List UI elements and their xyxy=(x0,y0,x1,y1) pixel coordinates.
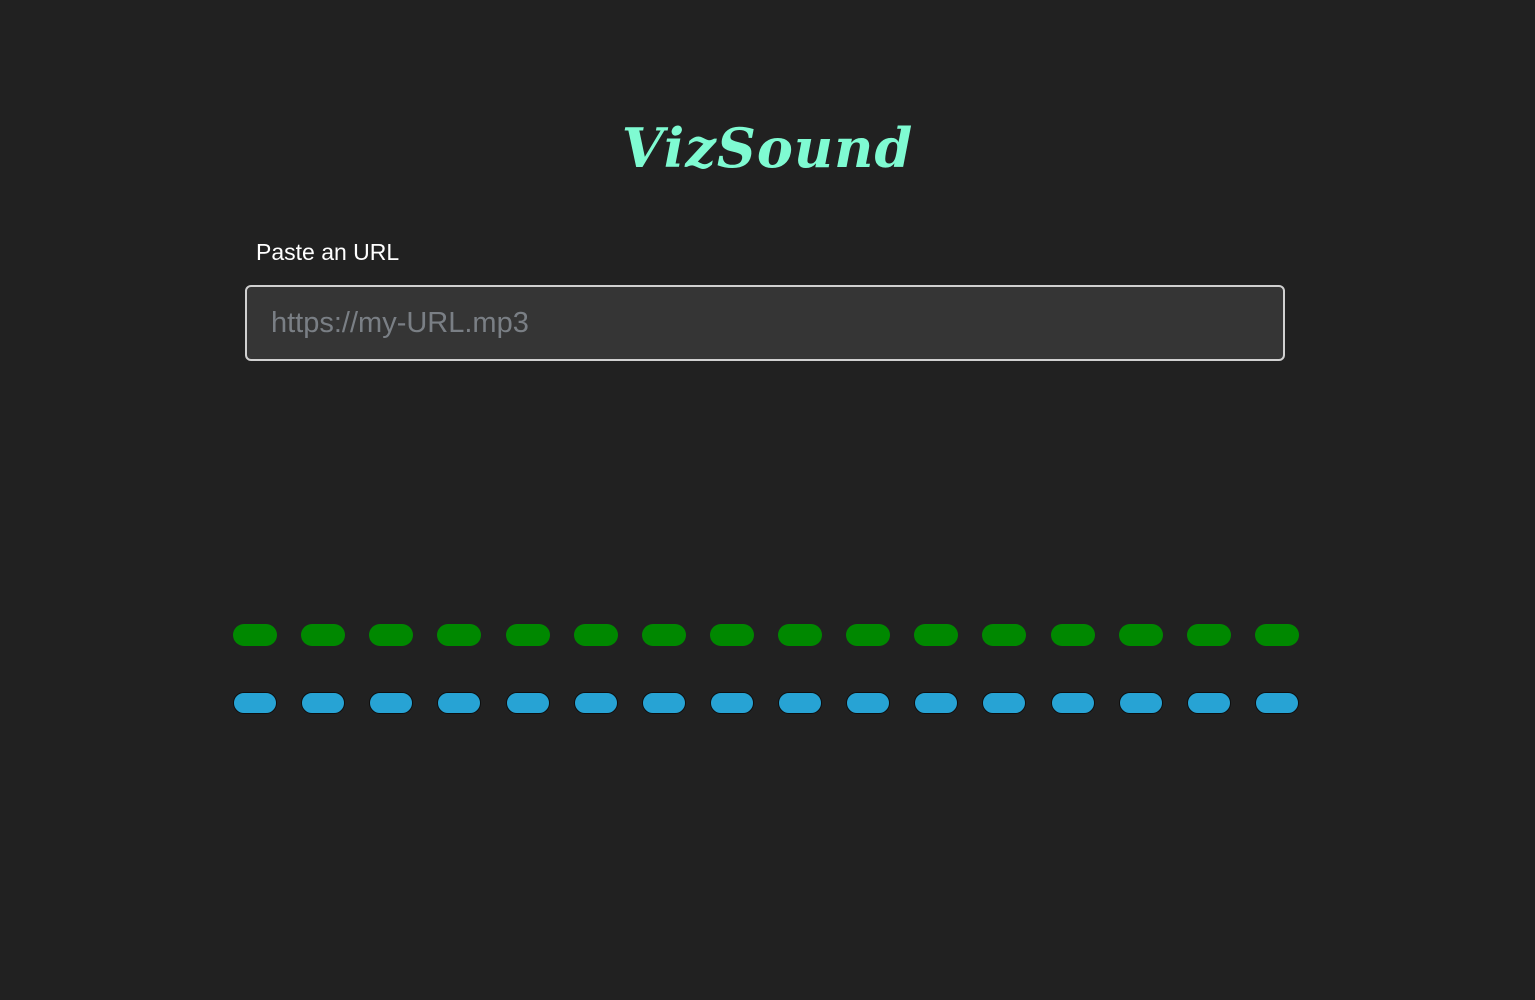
visualizer-bar-bottom xyxy=(369,692,413,714)
visualizer-bar-bottom xyxy=(846,692,890,714)
url-input[interactable] xyxy=(245,285,1285,361)
visualizer-bar-bottom xyxy=(437,692,481,714)
visualizer-bar-top xyxy=(506,624,550,646)
visualizer-bar-top xyxy=(642,624,686,646)
visualizer-bar-top xyxy=(301,624,345,646)
visualizer-bar-bottom xyxy=(982,692,1026,714)
visualizer-bar-bottom xyxy=(574,692,618,714)
visualizer-bar-top xyxy=(1119,624,1163,646)
visualizer-bar-top xyxy=(846,624,890,646)
visualizer-bar-bottom xyxy=(778,692,822,714)
visualizer-bar-top xyxy=(914,624,958,646)
visualizer-bar-bottom xyxy=(1051,692,1095,714)
visualizer-bar-top xyxy=(710,624,754,646)
visualizer-bar-bottom xyxy=(642,692,686,714)
visualizer-bottom-row xyxy=(231,692,1299,714)
visualizer-bar-top xyxy=(233,624,277,646)
url-label: Paste an URL xyxy=(256,239,400,265)
visualizer-bar-top xyxy=(574,624,618,646)
visualizer-bar-bottom xyxy=(1119,692,1163,714)
visualizer-bar-bottom xyxy=(914,692,958,714)
visualizer-bar-bottom xyxy=(1187,692,1231,714)
visualizer-bar-bottom xyxy=(1255,692,1299,714)
visualizer-bar-top xyxy=(437,624,481,646)
visualizer-bar-top xyxy=(369,624,413,646)
visualizer-bar-top xyxy=(1255,624,1299,646)
visualizer-bar-bottom xyxy=(301,692,345,714)
app-logo: VizSound xyxy=(621,116,914,180)
visualizer-bar-top xyxy=(1051,624,1095,646)
visualizer-bar-bottom xyxy=(710,692,754,714)
visualizer-bar-top xyxy=(778,624,822,646)
page: VizSound Paste an URL xyxy=(0,0,1535,1000)
visualizer-bar-bottom xyxy=(506,692,550,714)
visualizer-top-row xyxy=(231,624,1299,646)
visualizer-bar-top xyxy=(1187,624,1231,646)
visualizer-bar-top xyxy=(982,624,1026,646)
visualizer-bar-bottom xyxy=(233,692,277,714)
